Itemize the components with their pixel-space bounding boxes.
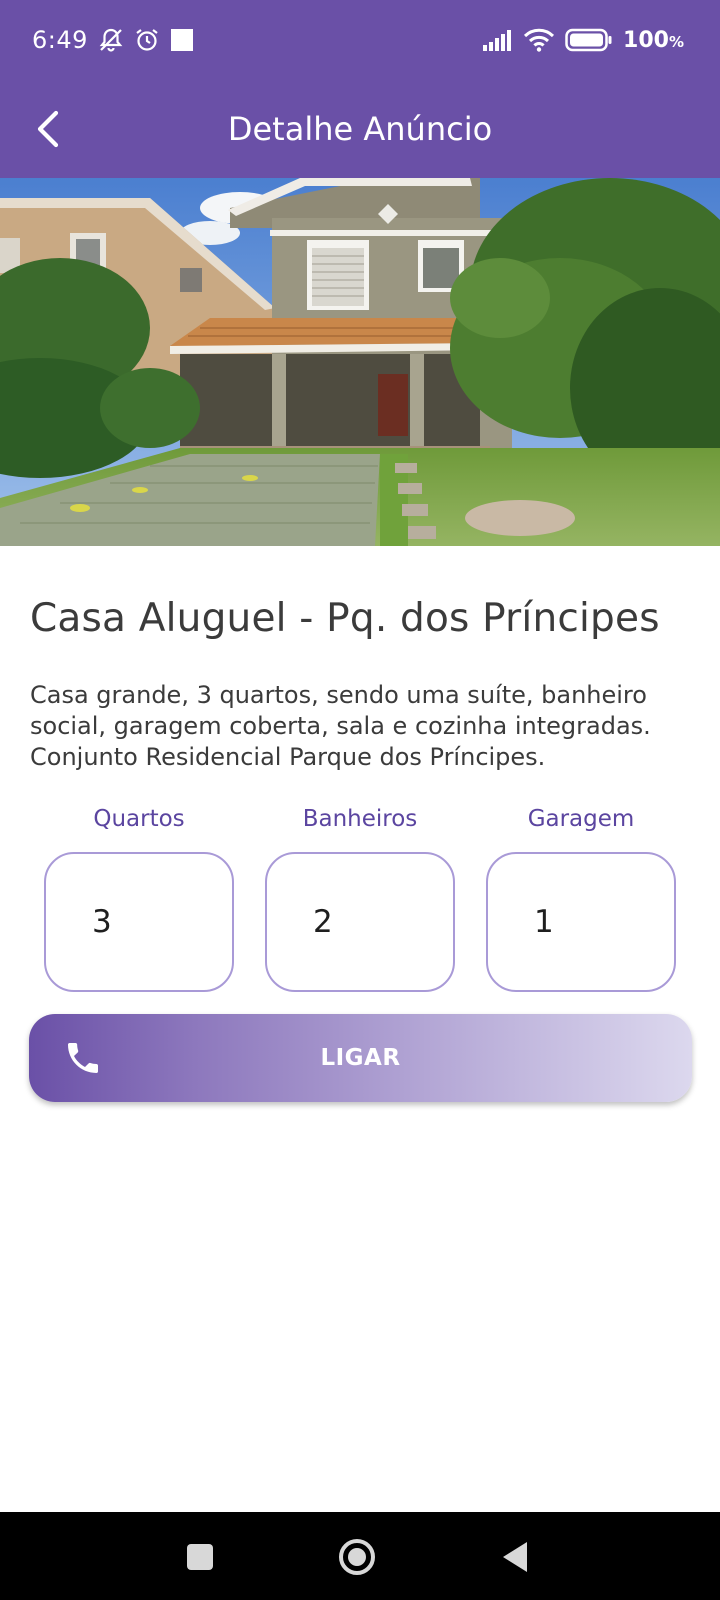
battery-value: 100 xyxy=(623,27,669,53)
battery-unit: % xyxy=(668,32,684,51)
stat-label-bedrooms: Quartos xyxy=(93,806,185,832)
stat-garage: Garagem 1 xyxy=(486,806,676,992)
recents-button[interactable] xyxy=(173,1530,227,1584)
alarm-icon xyxy=(134,27,160,53)
call-button-label: LIGAR xyxy=(320,1045,401,1071)
garage-field[interactable]: 1 xyxy=(486,852,676,992)
listing-description: Casa grande, 3 quartos, sendo uma suíte,… xyxy=(30,681,651,771)
notification-square-icon xyxy=(170,28,194,52)
status-left: 6:49 xyxy=(32,26,194,54)
bathrooms-field[interactable]: 2 xyxy=(265,852,455,992)
signal-icon xyxy=(483,29,513,51)
status-time: 6:49 xyxy=(32,26,88,54)
status-bar: 6:49 100% xyxy=(0,0,720,80)
system-back-button[interactable] xyxy=(488,1530,542,1584)
stat-bedrooms: Quartos 3 xyxy=(44,806,234,992)
page-title: Detalhe Anúncio xyxy=(227,110,493,148)
listing-photo xyxy=(0,178,720,546)
battery-icon xyxy=(565,28,613,52)
recents-square-icon xyxy=(187,1544,213,1570)
bedrooms-field[interactable]: 3 xyxy=(44,852,234,992)
status-right: 100% xyxy=(483,28,684,53)
mute-icon xyxy=(98,27,124,53)
home-button[interactable] xyxy=(330,1530,384,1584)
navigation-bar xyxy=(0,1512,720,1600)
battery-percentage: 100% xyxy=(623,28,684,53)
stat-label-bathrooms: Banheiros xyxy=(302,806,418,832)
app-bar: Detalhe Anúncio xyxy=(0,80,720,178)
wifi-icon xyxy=(523,28,555,52)
stat-label-garage: Garagem xyxy=(527,806,635,832)
call-button[interactable]: LIGAR xyxy=(29,1014,692,1102)
home-circle-icon xyxy=(339,1539,375,1575)
phone-icon xyxy=(63,1038,103,1078)
listing-title: Casa Aluguel - Pq. dos Príncipes xyxy=(30,596,660,641)
stat-bathrooms: Banheiros 2 xyxy=(265,806,455,992)
back-triangle-icon xyxy=(503,1542,527,1572)
